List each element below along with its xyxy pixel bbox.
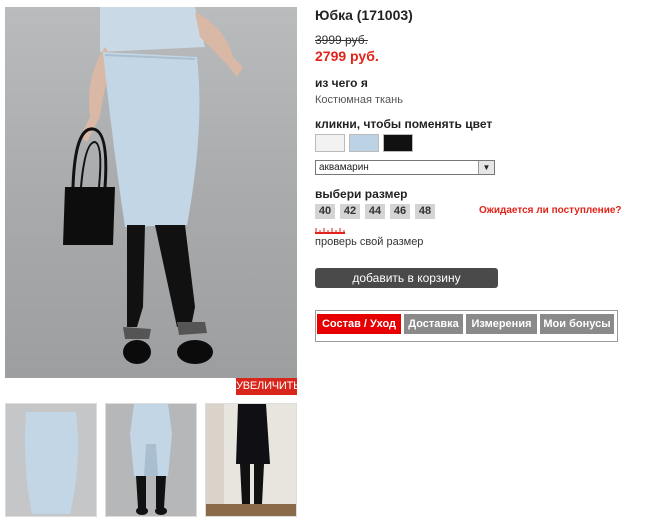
material-label: из чего я (315, 76, 368, 90)
thumbnail-front[interactable] (5, 403, 97, 517)
material-value: Костюмная ткань (315, 94, 403, 106)
add-to-cart-button[interactable]: добавить в корзину (315, 268, 498, 288)
thumbnail-back[interactable] (105, 403, 197, 517)
size-option-46[interactable]: 46 (390, 204, 410, 219)
size-option-48[interactable]: 48 (415, 204, 435, 219)
color-select[interactable]: аквамарин ▼ (315, 160, 495, 175)
color-select-value: аквамарин (319, 162, 369, 173)
product-title: Юбка (171003) (315, 7, 413, 23)
tab-delivery[interactable]: Доставка (404, 314, 463, 334)
size-label: выбери размер (315, 187, 408, 201)
size-option-40[interactable]: 40 (315, 204, 335, 219)
tab-measurements[interactable]: Измерения (466, 314, 537, 334)
zoom-button[interactable]: УВЕЛИЧИТЬ (236, 378, 300, 395)
old-price: 3999 руб. (315, 33, 368, 47)
size-option-42[interactable]: 42 (340, 204, 360, 219)
color-swatch-black[interactable] (383, 134, 413, 152)
new-price: 2799 руб. (315, 48, 379, 64)
chevron-down-icon[interactable]: ▼ (478, 161, 494, 174)
info-tabs: Состав / Уход Доставка Измерения Мои бон… (315, 310, 618, 342)
size-check-link[interactable]: проверь свой размер (315, 236, 423, 248)
thumbnail-black-back[interactable] (205, 403, 297, 517)
tab-composition-care[interactable]: Состав / Уход (317, 314, 401, 334)
ruler-icon[interactable] (315, 227, 345, 234)
color-swatch-white[interactable] (315, 134, 345, 152)
color-swatch-aquamarine[interactable] (349, 134, 379, 152)
availability-link[interactable]: Ожидается ли поступление? (479, 205, 622, 216)
main-product-photo[interactable] (5, 7, 297, 378)
tab-my-bonuses[interactable]: Мои бонусы (540, 314, 614, 334)
size-option-44[interactable]: 44 (365, 204, 385, 219)
color-label: кликни, чтобы поменять цвет (315, 117, 493, 131)
